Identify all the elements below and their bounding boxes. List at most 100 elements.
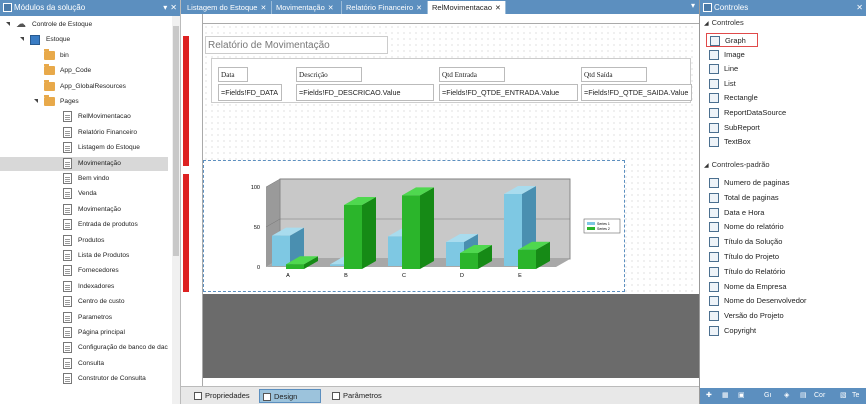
tree-item[interactable]: ☁ Controle de Estoque <box>0 18 168 32</box>
tree-item[interactable]: Lista de Produtos <box>0 249 168 263</box>
expand-icon[interactable] <box>6 22 10 26</box>
design-icon <box>263 393 271 401</box>
standard-control-item[interactable]: Título da Solução <box>706 235 782 249</box>
control-item[interactable]: SubReport <box>706 121 760 135</box>
tab-movimentacao[interactable]: Movimentação ✕ <box>272 1 342 14</box>
left-scrollbar-thumb[interactable] <box>173 26 179 256</box>
tab-propriedades[interactable]: Propriedades <box>191 389 256 403</box>
header-data[interactable]: Data <box>218 67 248 82</box>
standard-control-item[interactable]: Data e Hora <box>706 206 764 220</box>
tree-item-label: Estoque <box>46 36 71 44</box>
section-controles[interactable]: ◢ Controles <box>704 18 744 27</box>
standard-control-item[interactable]: Total de paginas <box>706 191 779 205</box>
tree-item[interactable]: RelMovimentacao <box>0 110 168 124</box>
header-qtd-entrada[interactable]: Qtd Entrada <box>439 67 505 82</box>
tab-close-icon[interactable]: ✕ <box>416 5 422 12</box>
control-item[interactable]: List <box>706 77 736 91</box>
standard-control-item[interactable]: Título do Relatório <box>706 265 785 279</box>
tree-item[interactable]: Bem vindo <box>0 172 168 186</box>
tree-item[interactable]: Relatório Financeiro <box>0 126 168 140</box>
standard-control-item[interactable]: Versão do Projeto <box>706 309 784 323</box>
image-icon[interactable]: ▣ <box>738 390 745 402</box>
table-icon[interactable]: ▦ <box>722 390 729 402</box>
control-label: Título do Projeto <box>724 252 780 261</box>
tree-item[interactable]: Produtos <box>0 234 168 248</box>
control-item[interactable]: Line <box>706 62 738 76</box>
left-scrollbar[interactable] <box>172 16 180 404</box>
puzzle-icon[interactable]: ✚ <box>706 390 712 402</box>
folder-icon <box>44 64 55 76</box>
tree-item[interactable]: App_GlobalResources <box>0 79 168 94</box>
graph-control[interactable]: 100 50 0 A B C D E Series 1 Series 2 <box>203 160 625 292</box>
footer-item-te[interactable]: Te <box>852 390 859 402</box>
control-item[interactable]: Rectangle <box>706 91 758 105</box>
tree-item[interactable]: Página principal <box>0 326 168 340</box>
tree-item[interactable]: Listagem do Estoque <box>0 141 168 155</box>
tree-item-label: App_Code <box>60 67 92 75</box>
standard-control-item[interactable]: Nome da Empresa <box>706 280 787 294</box>
field-fd-qtde-saida[interactable]: =Fields!FD_QTDE_SAIDA.Value <box>581 84 692 101</box>
tab-relatorio-financeiro[interactable]: Relatório Financeiro ✕ <box>342 1 428 14</box>
database-icon[interactable]: ◈ <box>784 390 789 402</box>
text-icon[interactable]: ▧ <box>840 390 847 402</box>
tab-listagem-estoque[interactable]: Listagem do Estoque ✕ <box>183 1 272 14</box>
header-qtd-saida[interactable]: Qtd Saída <box>581 67 647 82</box>
standard-control-item[interactable]: Numero de paginas <box>706 176 789 190</box>
standard-control-item[interactable]: Nome do Desenvolvedor <box>706 294 807 308</box>
bar-series-2-B <box>344 205 362 269</box>
control-item[interactable]: Graph <box>706 33 758 47</box>
tree-item[interactable]: Venda <box>0 187 168 201</box>
field-fd-data[interactable]: =Fields!FD_DATA <box>218 84 282 101</box>
control-icon <box>709 49 719 60</box>
tab-design[interactable]: Design <box>259 389 321 403</box>
footer-item-cor[interactable]: Cor <box>814 390 825 402</box>
tree-item[interactable]: Consulta <box>0 357 168 371</box>
legend-swatch <box>587 222 595 225</box>
tab-relmovimentacao[interactable]: RelMovimentacao ✕ <box>428 1 506 14</box>
tree-item[interactable]: Movimentação <box>0 156 168 171</box>
grid-icon[interactable]: ▤ <box>800 390 807 402</box>
tree-item[interactable]: Movimentação <box>0 203 168 217</box>
tab-close-icon[interactable]: ✕ <box>328 5 334 12</box>
tree-item-label: bin <box>60 51 69 59</box>
tree-item[interactable]: Pages <box>0 95 168 109</box>
expand-icon[interactable] <box>34 99 38 103</box>
field-fd-descricao[interactable]: =Fields!FD_DESCRICAO.Value <box>296 84 434 101</box>
pin-icon[interactable]: ▾ <box>163 0 167 16</box>
section-controles-padrao[interactable]: ◢ Controles-padrão <box>704 160 770 169</box>
designer-area: Listagem do Estoque ✕ Movimentação ✕ Relat… <box>181 0 699 404</box>
tab-close-icon[interactable]: ✕ <box>260 5 266 12</box>
expand-icon[interactable] <box>20 37 24 42</box>
field-fd-qtde-entrada[interactable]: =Fields!FD_QTDE_ENTRADA.Value <box>439 84 578 101</box>
tree-item[interactable]: Fornecedores <box>0 264 168 278</box>
control-label: Título do Relatório <box>724 266 786 276</box>
standard-control-item[interactable]: Copyright <box>706 324 756 338</box>
header-descricao[interactable]: Descrição <box>296 67 362 82</box>
close-icon[interactable]: ✕ <box>856 0 863 16</box>
footer-item-gi[interactable]: Gı <box>764 390 771 402</box>
tree-item[interactable]: App_Code <box>0 64 168 78</box>
tab-close-icon[interactable]: ✕ <box>495 5 501 12</box>
tree-item[interactable]: bin <box>0 48 168 63</box>
close-icon[interactable]: ✕ <box>170 0 177 16</box>
tab-parametros[interactable]: Parâmetros <box>329 389 388 403</box>
tree-item[interactable]: Indexadores <box>0 280 168 294</box>
standard-control-item[interactable]: Nome do relatório <box>706 220 784 234</box>
tree-item[interactable]: Parametros <box>0 311 168 325</box>
tree-item[interactable]: Configuração de banco de dac <box>0 341 168 355</box>
report-table[interactable]: Data Descrição Qtd Entrada Qtd Saída =Fi… <box>211 58 692 103</box>
tree-item[interactable]: Centro de custo <box>0 295 168 309</box>
standard-control-item[interactable]: Título do Projeto <box>706 250 779 264</box>
control-item[interactable]: ReportDataSource <box>706 106 786 120</box>
tree-item[interactable]: Entrada de produtos <box>0 218 168 232</box>
report-canvas[interactable]: Relatório de Movimentação Data Descrição… <box>203 24 693 294</box>
control-item[interactable]: TextBox <box>706 135 751 149</box>
tabbar-dropdown-icon[interactable]: ▾ <box>691 1 695 10</box>
tree-item[interactable]: Construtor de Consulta <box>0 372 168 386</box>
properties-icon <box>194 392 202 400</box>
report-title-box[interactable]: Relatório de Movimentação <box>205 36 388 54</box>
tree-item[interactable]: Estoque <box>0 33 168 47</box>
page-icon <box>63 311 72 323</box>
control-item[interactable]: Image <box>706 48 745 62</box>
control-icon <box>709 64 719 75</box>
